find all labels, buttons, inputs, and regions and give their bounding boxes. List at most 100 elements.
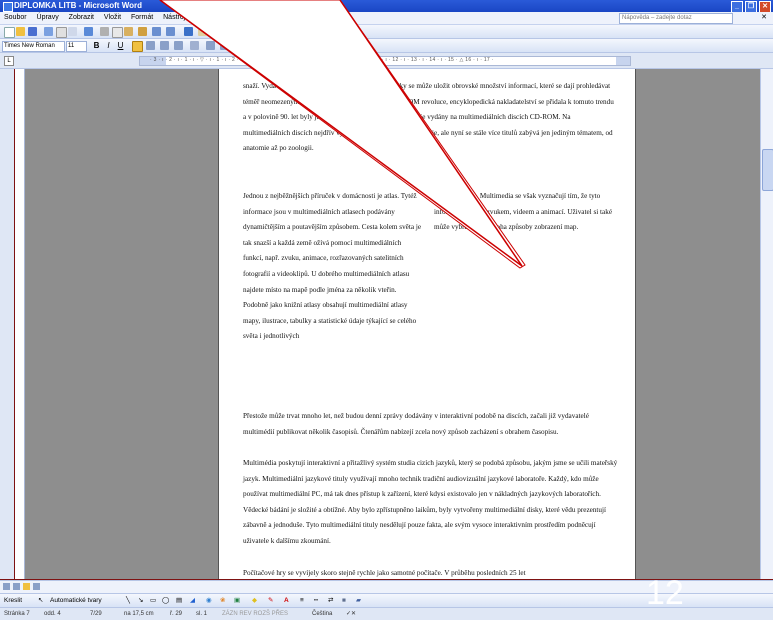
print-preview-icon[interactable] — [68, 27, 77, 36]
draw-font-color-icon[interactable]: A — [284, 594, 289, 607]
spelling-status-icon: ✓✕ — [346, 611, 357, 617]
textbox-tool-icon[interactable]: ▤ — [176, 594, 182, 607]
tab-selector[interactable]: L — [4, 56, 14, 66]
insert-excel-icon[interactable] — [226, 27, 235, 36]
copy-icon[interactable] — [112, 27, 123, 38]
align-center-icon[interactable] — [146, 41, 155, 50]
menu-format[interactable]: Formát — [127, 12, 157, 24]
drawing-icon[interactable] — [254, 27, 263, 36]
print-icon[interactable] — [56, 27, 67, 38]
right-margin-area — [616, 57, 630, 65]
document-page[interactable]: snaží. Vydavatelé si brzy uvědomili, že … — [218, 69, 636, 579]
show-hide-icon[interactable] — [282, 27, 291, 36]
status-modes[interactable]: ZÁZN REV ROZŠ PŘES — [222, 608, 288, 620]
bold-icon[interactable]: B — [92, 41, 101, 50]
line-spacing-icon[interactable] — [190, 41, 199, 50]
borders-icon[interactable] — [264, 41, 275, 52]
arrow-tool-icon[interactable]: ↘ — [138, 594, 143, 607]
new-document-icon[interactable] — [4, 27, 15, 38]
paragraph-2[interactable]: Přestože může trvat mnoho let, než budou… — [243, 409, 618, 440]
dash-style-icon[interactable]: ┅ — [314, 594, 318, 607]
hyperlink-icon[interactable] — [184, 27, 193, 36]
menu-nastroje[interactable]: Nástroje — [159, 12, 193, 24]
window-title: DIPLOMKA LITB - Microsoft Word — [14, 1, 142, 10]
autoshapes-menu[interactable]: Automatické tvary — [50, 594, 102, 607]
column-right[interactable]: regionů a států. Multimedia se však vyzn… — [434, 189, 614, 236]
paste-icon[interactable] — [124, 27, 133, 36]
numbering-icon[interactable] — [206, 41, 215, 50]
menu-upravy[interactable]: Úpravy — [33, 12, 63, 24]
decrease-indent-icon[interactable] — [234, 41, 243, 50]
web-view-icon[interactable] — [13, 583, 20, 590]
cut-icon[interactable] — [100, 27, 109, 36]
menu-napoveda[interactable]: Nápověda — [256, 12, 296, 24]
picture-icon[interactable]: ▣ — [234, 594, 240, 607]
outline-view-icon[interactable] — [33, 583, 40, 590]
menu-soubor[interactable]: Soubor — [0, 12, 31, 24]
select-objects-icon[interactable]: ↖ — [38, 594, 43, 607]
vertical-scrollbar[interactable] — [760, 69, 773, 579]
align-right-icon[interactable] — [160, 41, 169, 50]
word-app-icon — [3, 2, 13, 12]
horizontal-ruler[interactable]: L · 3 · ı · 2 · ı · 1 · ı · ▽ · ı · 1 · … — [0, 53, 773, 69]
increase-indent-icon[interactable] — [248, 41, 257, 50]
title-bar[interactable]: DIPLOMKA LITB - Microsoft Word _ ❐ ✕ — [0, 0, 773, 13]
shadow-icon[interactable]: ■ — [342, 594, 346, 607]
italic-icon[interactable]: I — [104, 41, 113, 50]
highlight-icon[interactable] — [282, 41, 291, 50]
paragraph-3[interactable]: Multimédia poskytují interaktivní a přit… — [243, 456, 618, 550]
document-area[interactable]: snaží. Vydavatelé si brzy uvědomili, že … — [25, 69, 760, 579]
columns-icon[interactable] — [240, 27, 249, 36]
fill-color-icon[interactable]: ◆ — [252, 594, 257, 607]
menu-bar: Soubor Úpravy Zobrazit Vložit Formát Nás… — [0, 12, 773, 25]
normal-view-icon[interactable] — [3, 583, 10, 590]
diagram-icon[interactable]: ◉ — [206, 594, 212, 607]
align-justify-icon[interactable] — [132, 41, 143, 52]
permission-icon[interactable] — [44, 27, 53, 36]
paragraph-4[interactable]: Počítačové hry se vyvíjely skoro stejně … — [243, 566, 618, 579]
3d-icon[interactable]: ▰ — [356, 594, 361, 607]
undo-icon[interactable] — [152, 27, 161, 36]
pilcrow-icon[interactable]: ¶ — [296, 27, 305, 36]
redo-icon[interactable] — [166, 27, 175, 36]
line-tool-icon[interactable]: ╲ — [126, 594, 130, 607]
bullets-icon[interactable] — [220, 41, 229, 50]
underline-icon[interactable]: U — [116, 41, 125, 50]
insert-table-icon[interactable] — [212, 27, 223, 38]
spelling-icon[interactable] — [84, 27, 93, 36]
tables-borders-icon[interactable] — [198, 27, 207, 36]
save-icon[interactable] — [28, 27, 37, 36]
print-layout-icon[interactable] — [23, 583, 30, 590]
menu-zobrazit[interactable]: Zobrazit — [65, 12, 98, 24]
menu-vlozit[interactable]: Vložit — [100, 12, 125, 24]
open-folder-icon[interactable] — [16, 27, 25, 36]
status-column: sl. 1 — [196, 611, 208, 617]
help-search-input[interactable]: Nápověda – zadejte dotaz — [619, 13, 733, 24]
line-color-icon[interactable]: ✎ — [268, 594, 273, 607]
format-painter-icon[interactable] — [138, 27, 147, 36]
font-size-select[interactable]: 11 — [66, 41, 87, 52]
menu-tabulka[interactable]: Tabulka — [195, 12, 227, 24]
status-pages: 7/29 — [90, 611, 102, 617]
font-name-select[interactable]: Times New Roman — [2, 41, 65, 52]
formatting-toolbar: Times New Roman 11 B I U A — [0, 39, 773, 53]
draw-menu[interactable]: Kreslit — [4, 594, 22, 607]
column-left[interactable]: Jednou z nejběžnějších příruček v domácn… — [243, 189, 423, 345]
line-style-icon[interactable]: ≡ — [300, 594, 304, 607]
rectangle-tool-icon[interactable]: ▭ — [150, 594, 156, 607]
document-close-icon[interactable]: ✕ — [761, 12, 767, 24]
scroll-thumb[interactable] — [762, 149, 773, 191]
arrow-style-icon[interactable]: ⇄ — [328, 594, 333, 607]
clipart-icon[interactable]: ❀ — [220, 594, 225, 607]
wordart-icon[interactable]: ◢ — [190, 594, 195, 607]
zoom-select[interactable]: 100% — [317, 27, 346, 38]
font-color-icon[interactable]: A — [298, 41, 307, 50]
document-map-icon[interactable] — [268, 27, 277, 36]
slide-number: 12 — [646, 574, 684, 612]
oval-tool-icon[interactable]: ◯ — [162, 594, 169, 607]
paragraph-1[interactable]: snaží. Vydavatelé si brzy uvědomili, že … — [243, 79, 618, 157]
align-left-icon[interactable] — [174, 41, 183, 50]
status-page: Stránka 7 — [4, 611, 30, 617]
menu-okno[interactable]: Okno — [229, 12, 254, 24]
standard-toolbar: ¶ 100% — [0, 25, 773, 39]
